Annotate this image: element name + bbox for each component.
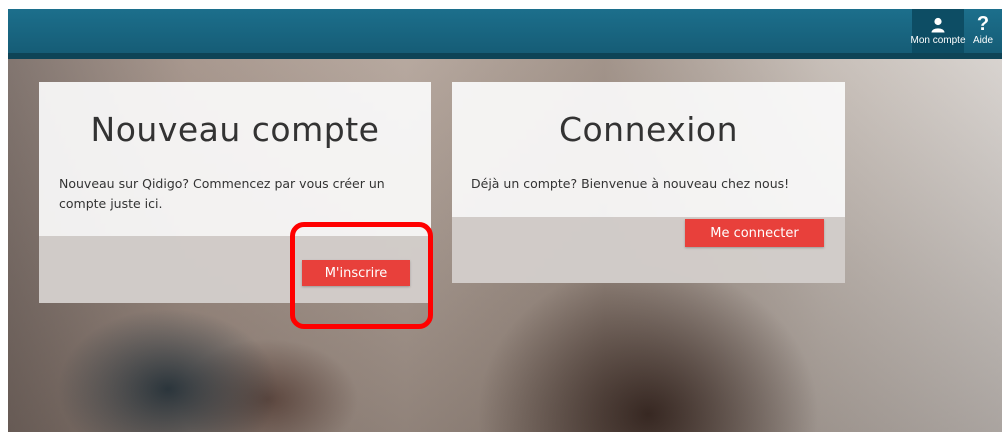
top-navigation-bar: Mon compte ? Aide	[8, 9, 1002, 59]
login-button[interactable]: Me connecter	[685, 219, 824, 247]
topbar-actions: Mon compte ? Aide	[910, 9, 1002, 53]
help-label: Aide	[972, 35, 993, 46]
login-card: Connexion Déjà un compte? Bienvenue à no…	[452, 82, 845, 283]
account-label: Mon compte	[910, 35, 966, 46]
account-button[interactable]: Mon compte	[910, 9, 966, 53]
help-button[interactable]: ? Aide	[964, 9, 1002, 53]
signup-card: Nouveau compte Nouveau sur Qidigo? Comme…	[39, 82, 431, 303]
signup-card-footer: M'inscrire	[39, 236, 431, 303]
signup-button[interactable]: M'inscrire	[302, 260, 410, 286]
question-mark-icon: ?	[976, 13, 990, 35]
signup-card-text: Nouveau sur Qidigo? Commencez par vous c…	[59, 176, 385, 211]
user-icon	[931, 17, 945, 33]
app-window: Mon compte ? Aide Nouveau compte Nouveau…	[8, 9, 1002, 432]
signup-card-title: Nouveau compte	[90, 110, 380, 149]
login-card-text: Déjà un compte? Bienvenue à nouveau chez…	[471, 176, 790, 191]
login-card-title: Connexion	[558, 110, 739, 149]
login-card-footer: Me connecter	[452, 217, 845, 283]
